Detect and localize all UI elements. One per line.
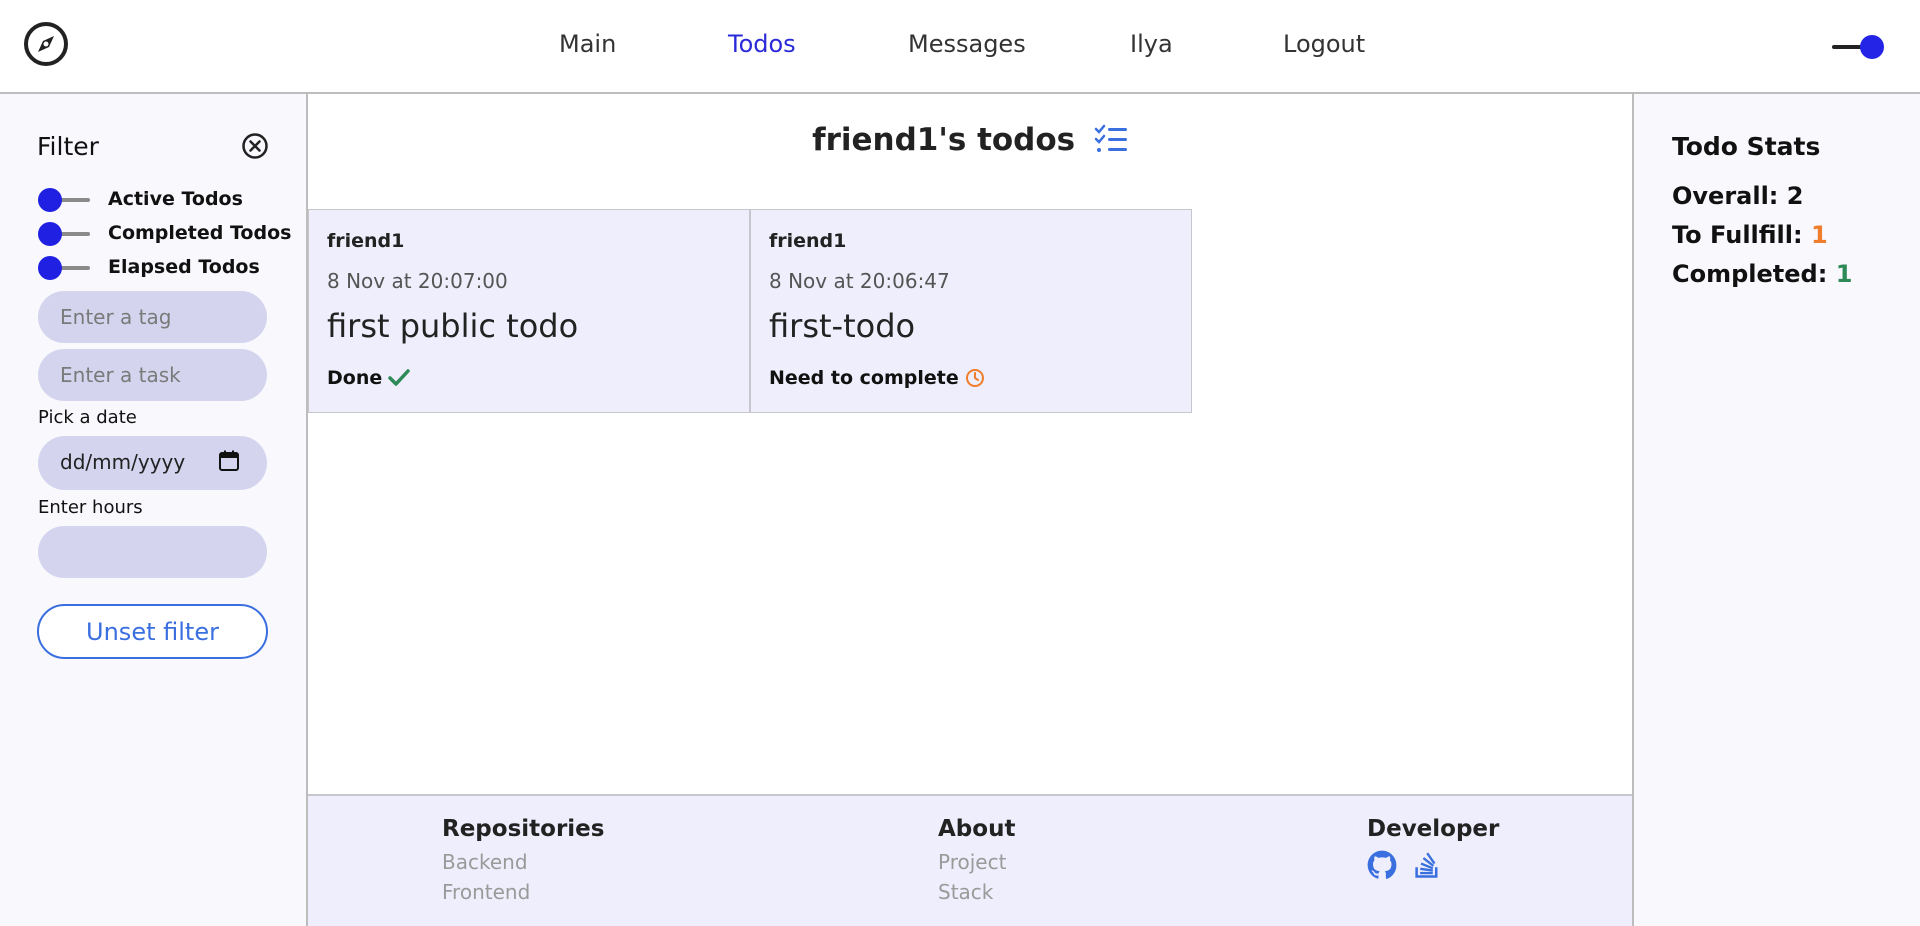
filter-title: Filter: [37, 132, 99, 161]
unset-filter-button[interactable]: Unset filter: [37, 604, 268, 659]
switch-knob: [38, 222, 62, 246]
link-frontend[interactable]: Frontend: [442, 880, 604, 904]
todos-main: friend1's todos friend1 8 Nov at 20:07:0…: [308, 94, 1632, 794]
footer-developer: Developer: [1367, 816, 1499, 880]
tag-input[interactable]: [38, 291, 267, 343]
github-icon[interactable]: [1367, 850, 1397, 880]
hours-label: Enter hours: [38, 497, 143, 518]
stats-overall-label: Overall:: [1672, 182, 1779, 210]
footer-heading: Developer: [1367, 816, 1500, 842]
todo-status-text: Need to complete: [769, 367, 959, 389]
page-title: friend1's todos: [308, 122, 1632, 158]
stats-overall-value: 2: [1786, 182, 1804, 210]
nav-messages[interactable]: Messages: [908, 30, 1026, 58]
stackoverflow-icon[interactable]: [1413, 850, 1441, 880]
checklist-icon: [1094, 124, 1127, 152]
calendar-icon[interactable]: [218, 450, 240, 472]
toggle-knob: [1860, 35, 1884, 59]
todo-card-list: friend1 8 Nov at 20:07:00 first public t…: [308, 209, 1192, 413]
date-input[interactable]: dd/mm/yyyy: [38, 436, 267, 490]
todo-owner: friend1: [327, 230, 405, 252]
hours-input[interactable]: [38, 526, 267, 578]
stats-fulfill-value: 1: [1810, 221, 1828, 249]
todo-status: Need to complete: [769, 367, 985, 389]
switch-knob: [38, 256, 62, 280]
switch-label: Elapsed Todos: [108, 256, 260, 278]
stats-completed: Completed: 1: [1672, 260, 1852, 288]
nav-logout[interactable]: Logout: [1283, 30, 1365, 58]
todo-task: first public todo: [327, 307, 579, 345]
todo-time: 8 Nov at 20:06:47: [769, 269, 950, 293]
link-backend[interactable]: Backend: [442, 850, 604, 874]
switch-knob: [38, 188, 62, 212]
todo-stats-panel: Todo Stats Overall: 2 To Fullfill: 1 Com…: [1632, 94, 1920, 926]
todo-task: first-todo: [769, 307, 916, 345]
stats-title: Todo Stats: [1672, 132, 1821, 161]
stats-completed-label: Completed:: [1672, 260, 1828, 288]
todo-time: 8 Nov at 20:07:00: [327, 269, 508, 293]
theme-toggle[interactable]: [1832, 33, 1886, 61]
page-title-text: friend1's todos: [812, 122, 1076, 158]
footer: Repositories Backend Frontend About Proj…: [308, 794, 1632, 926]
stats-to-fulfill: To Fullfill: 1: [1672, 221, 1828, 249]
date-value: dd/mm/yyyy: [60, 450, 186, 474]
top-header: Main Todos Messages Ilya Logout: [0, 0, 1920, 94]
switch-completed-todos[interactable]: Completed Todos: [38, 221, 298, 247]
nav-main[interactable]: Main: [559, 30, 616, 58]
switch-active-todos[interactable]: Active Todos: [38, 187, 298, 213]
clock-icon: [965, 369, 984, 387]
todo-card[interactable]: friend1 8 Nov at 20:07:00 first public t…: [308, 209, 750, 413]
switch-elapsed-todos[interactable]: Elapsed Todos: [38, 255, 298, 281]
date-label: Pick a date: [38, 407, 137, 428]
switch-label: Active Todos: [108, 188, 243, 210]
stats-fulfill-label: To Fullfill:: [1672, 221, 1803, 249]
check-icon: [388, 369, 410, 386]
todo-owner: friend1: [769, 230, 847, 252]
switch-label: Completed Todos: [108, 222, 292, 244]
link-project[interactable]: Project: [938, 850, 1015, 874]
close-icon[interactable]: [241, 132, 269, 160]
todo-status-text: Done: [327, 367, 383, 389]
todo-card[interactable]: friend1 8 Nov at 20:06:47 first-todo Nee…: [750, 209, 1192, 413]
todo-status: Done: [327, 367, 410, 389]
compass-logo-icon[interactable]: [22, 20, 70, 68]
footer-heading: About: [938, 816, 1016, 842]
footer-repositories: Repositories Backend Frontend: [442, 816, 604, 910]
developer-links: [1367, 850, 1499, 880]
link-stack[interactable]: Stack: [938, 880, 1015, 904]
footer-about: About Project Stack: [938, 816, 1015, 910]
nav-user[interactable]: Ilya: [1130, 30, 1173, 58]
stats-completed-value: 1: [1835, 260, 1853, 288]
task-input[interactable]: [38, 349, 267, 401]
stats-overall: Overall: 2: [1672, 182, 1803, 210]
filter-sidebar: Filter Active Todos Completed Todos Elap…: [0, 94, 308, 926]
footer-heading: Repositories: [442, 816, 605, 842]
nav-todos[interactable]: Todos: [728, 30, 796, 58]
